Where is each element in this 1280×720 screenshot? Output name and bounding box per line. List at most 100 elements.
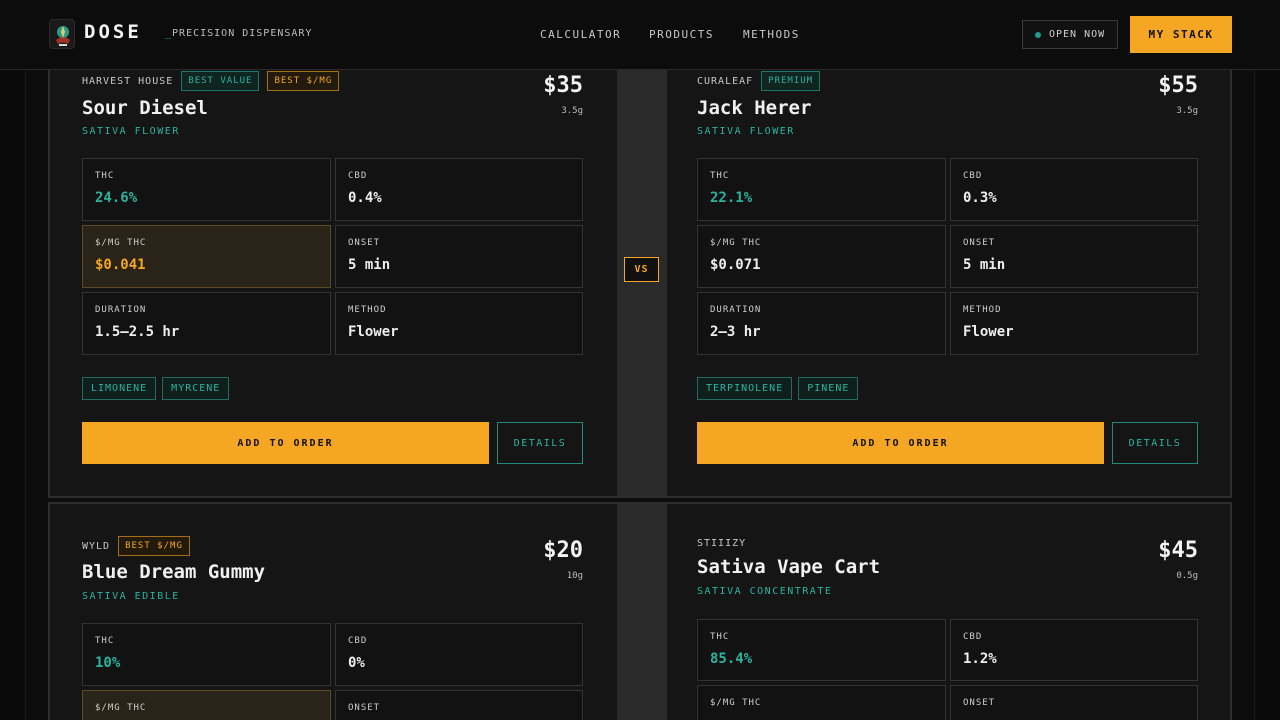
brand-tagline: _PRECISION DISPENSARY — [165, 28, 312, 39]
nav-calculator[interactable]: CALCULATOR — [540, 28, 621, 41]
product-name[interactable]: Jack Herer — [697, 97, 811, 119]
product-name[interactable]: Blue Dream Gummy — [82, 561, 265, 583]
stat-method: METHOD Flower — [335, 292, 583, 355]
stats-grid: THC 10% CBD 0% $/MG THC ONSET — [82, 623, 583, 720]
stat-value: 22.1% — [710, 190, 753, 206]
brand-name[interactable]: DOSE — [84, 21, 142, 43]
product-name[interactable]: Sativa Vape Cart — [697, 556, 880, 578]
stat-label: CBD — [963, 632, 983, 642]
stat-onset: ONSET 5 min — [950, 225, 1198, 288]
stat-label: THC — [95, 171, 115, 181]
add-to-order-button[interactable]: ADD TO ORDER — [82, 422, 489, 464]
tagline-text: PRECISION DISPENSARY — [172, 28, 313, 39]
stat-cbd: CBD 0.3% — [950, 158, 1198, 221]
left-rail — [0, 70, 26, 720]
stat-value: 2–3 hr — [710, 324, 761, 340]
add-to-order-button[interactable]: ADD TO ORDER — [697, 422, 1104, 464]
stat-label: ONSET — [963, 698, 996, 708]
stat-onset: ONSET 5 min — [335, 225, 583, 288]
product-brand: HARVEST HOUSE — [82, 75, 174, 87]
stat-thc: THC 24.6% — [82, 158, 331, 221]
stat-value: $0.071 — [710, 257, 761, 273]
terpene-tag[interactable]: MYRCENE — [162, 377, 230, 400]
product-category: SATIVA CONCENTRATE — [697, 586, 833, 597]
top-header: DOSE _PRECISION DISPENSARY CALCULATOR PR… — [0, 0, 1280, 70]
details-button[interactable]: DETAILS — [1112, 422, 1198, 464]
stat-thc: THC 10% — [82, 623, 331, 686]
stat-value: $0.041 — [95, 257, 146, 273]
stat-value: 1.5–2.5 hr — [95, 324, 180, 340]
stat-method: METHOD Flower — [950, 292, 1198, 355]
right-rail — [1254, 70, 1280, 720]
best-value-badge: BEST VALUE — [181, 71, 260, 91]
stat-label: $/MG THC — [710, 698, 762, 708]
best-per-mg-badge: BEST $/MG — [118, 536, 190, 556]
stat-price-per-mg: $/MG THC — [697, 685, 946, 720]
product-price: $45 — [1158, 538, 1198, 563]
product-category: SATIVA FLOWER — [82, 126, 180, 137]
stat-cbd: CBD 0% — [335, 623, 583, 686]
stat-thc: THC 85.4% — [697, 619, 946, 681]
stat-duration: DURATION 1.5–2.5 hr — [82, 292, 331, 355]
brand-line: HARVEST HOUSE BEST VALUE BEST $/MG — [82, 71, 340, 91]
product-category: SATIVA FLOWER — [697, 126, 795, 137]
brand-line: STIIIZY — [697, 538, 746, 549]
nav-products[interactable]: PRODUCTS — [649, 28, 714, 41]
product-brand: CURALEAF — [697, 75, 754, 87]
stat-label: DURATION — [95, 305, 147, 315]
stat-value: 24.6% — [95, 190, 138, 206]
stat-value: 0.3% — [963, 190, 997, 206]
stat-value: Flower — [963, 324, 1014, 340]
terpene-tag[interactable]: LIMONENE — [82, 377, 157, 400]
product-price: $55 — [1158, 73, 1198, 98]
brand-line: WYLD BEST $/MG — [82, 536, 190, 556]
stat-label: METHOD — [963, 305, 1002, 315]
stats-grid: THC 24.6% CBD 0.4% $/MG THC $0.041 ONSET 5 m… — [82, 158, 583, 355]
stat-value: Flower — [348, 324, 399, 340]
stats-grid: THC 22.1% CBD 0.3% $/MG THC $0.071 ONSET 5 m… — [697, 158, 1198, 355]
vs-badge: VS — [624, 257, 659, 282]
product-weight: 3.5g — [561, 106, 583, 116]
brand-line: CURALEAF PREMIUM — [697, 71, 821, 91]
details-button[interactable]: DETAILS — [497, 422, 583, 464]
stat-value: 0.4% — [348, 190, 382, 206]
stat-duration: DURATION 2–3 hr — [697, 292, 946, 355]
stat-label: ONSET — [348, 238, 381, 248]
stat-label: ONSET — [963, 238, 996, 248]
product-name[interactable]: Sour Diesel — [82, 97, 208, 119]
comparison-row: WYLD BEST $/MG Blue Dream Gummy SATIVA E… — [48, 502, 1232, 720]
stat-label: CBD — [963, 171, 983, 181]
stat-cbd: CBD 0.4% — [335, 158, 583, 221]
cannabis-leaf-emblem-icon[interactable] — [49, 19, 75, 49]
comparison-row: VS HARVEST HOUSE BEST VALUE BEST $/MG So… — [48, 40, 1232, 498]
terpene-list: LIMONENE MYRCENE — [82, 377, 230, 400]
product-brand: STIIIZY — [697, 538, 747, 549]
open-now-label: OPEN NOW — [1049, 29, 1106, 40]
terpene-tag[interactable]: PINENE — [798, 377, 859, 400]
stat-label: $/MG THC — [710, 238, 762, 248]
stat-value: 5 min — [963, 257, 1006, 273]
stat-label: $/MG THC — [95, 703, 147, 713]
stat-label: THC — [710, 171, 730, 181]
terpene-list: TERPINOLENE PINENE — [697, 377, 859, 400]
product-category: SATIVA EDIBLE — [82, 591, 180, 602]
card-actions: ADD TO ORDER DETAILS — [697, 422, 1198, 464]
product-weight: 3.5g — [1176, 106, 1198, 116]
terpene-tag[interactable]: TERPINOLENE — [697, 377, 793, 400]
stat-value: 5 min — [348, 257, 391, 273]
stat-label: CBD — [348, 171, 368, 181]
stat-thc: THC 22.1% — [697, 158, 946, 221]
stat-onset: ONSET — [335, 690, 583, 720]
stat-label: THC — [710, 632, 730, 642]
stat-value: 1.2% — [963, 651, 997, 667]
stat-label: DURATION — [710, 305, 762, 315]
my-stack-button[interactable]: MY STACK — [1130, 16, 1232, 53]
stat-price-per-mg: $/MG THC $0.041 — [82, 225, 331, 288]
product-weight: 10g — [566, 571, 583, 581]
nav-methods[interactable]: METHODS — [743, 28, 800, 41]
stat-value: 0% — [348, 655, 365, 671]
product-price: $35 — [543, 73, 583, 98]
stat-label: ONSET — [348, 703, 381, 713]
open-now-status: OPEN NOW — [1022, 20, 1118, 49]
stat-cbd: CBD 1.2% — [950, 619, 1198, 681]
